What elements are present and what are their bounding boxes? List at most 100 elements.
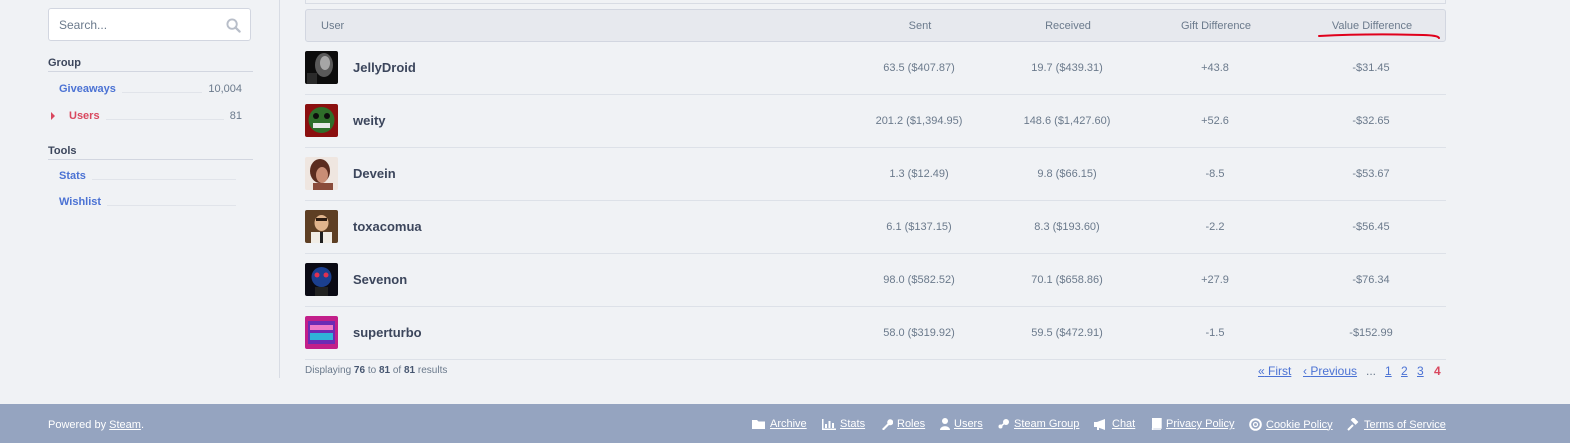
username-link[interactable]: Devein [353, 166, 396, 181]
table-row: Sevenon 98.0 ($582.52) 70.1 ($658.86) +2… [305, 254, 1446, 307]
sidebar-item-divider [121, 92, 203, 93]
search-icon[interactable] [226, 18, 241, 33]
sent-value: 1.3 ($12.49) [889, 168, 949, 180]
footer-link-terms-of-service[interactable]: Terms of Service [1347, 418, 1446, 431]
received-value: 59.5 ($472.91) [1031, 327, 1103, 339]
username-link[interactable]: toxacomua [353, 219, 422, 234]
sidebar-divider [279, 0, 280, 378]
chevron-left-icon: ‹ [1303, 364, 1307, 378]
sidebar-item-users[interactable]: Users 81 [51, 108, 242, 124]
avatar[interactable] [305, 157, 338, 190]
pagination-previous-label: Previous [1310, 364, 1358, 378]
sidebar-item-count: 81 [229, 110, 242, 122]
username-link[interactable]: weity [353, 113, 386, 128]
received-value: 8.3 ($193.60) [1034, 221, 1100, 233]
username-link[interactable]: superturbo [353, 325, 422, 340]
received-value: 70.1 ($658.86) [1031, 274, 1103, 286]
gift-difference-value: +27.9 [1201, 274, 1229, 286]
table-row: superturbo 58.0 ($319.92) 59.5 ($472.91)… [305, 307, 1446, 360]
results-total: 81 [403, 365, 416, 376]
sidebar-item-label: Stats [59, 170, 86, 182]
sent-value: 58.0 ($319.92) [883, 327, 955, 339]
sidebar-item-label: Users [69, 110, 100, 122]
pagination-previous[interactable]: ‹ Previous [1303, 364, 1357, 378]
footer-link-roles[interactable]: Roles [881, 418, 925, 430]
column-header-received: Received [1045, 20, 1091, 32]
steam-link[interactable]: Steam [109, 419, 141, 431]
gift-difference-value: +52.6 [1201, 115, 1229, 127]
avatar[interactable] [305, 316, 338, 349]
table-row: weity 201.2 ($1,394.95) 148.6 ($1,427.60… [305, 95, 1446, 148]
pagination-ellipsis: ... [1366, 364, 1377, 378]
footer-link-stats[interactable]: Stats [822, 418, 865, 430]
footer-link-privacy-policy[interactable]: Privacy Policy [1151, 418, 1234, 430]
search-box[interactable] [48, 8, 251, 41]
footer-link-cookie-policy[interactable]: Cookie Policy [1249, 418, 1333, 431]
footer-link-chat[interactable]: Chat [1094, 418, 1135, 430]
pagination-page-3[interactable]: 3 [1417, 364, 1424, 378]
megaphone-icon [1094, 418, 1105, 430]
results-to-word: to [367, 365, 377, 376]
pagination-page-2[interactable]: 2 [1401, 364, 1408, 378]
value-difference-value: -$56.45 [1352, 221, 1390, 233]
column-header-gift-difference: Gift Difference [1180, 20, 1252, 32]
wrench-icon [882, 419, 893, 430]
received-value: 9.8 ($66.15) [1037, 168, 1097, 180]
book-icon [1151, 418, 1162, 430]
gavel-icon [1347, 418, 1359, 431]
sidebar-item-label: Giveaways [59, 83, 116, 95]
footer-link-label: Chat [1112, 418, 1136, 430]
value-difference-value: -$152.99 [1349, 327, 1393, 339]
pagination-page-current: 4 [1434, 364, 1441, 378]
value-difference-value: -$31.45 [1352, 62, 1390, 74]
sidebar-heading-group: Group [48, 57, 253, 72]
results-of-word: of [392, 365, 402, 376]
footer-link-label: Privacy Policy [1166, 418, 1235, 430]
footer-link-label: Users [954, 418, 983, 430]
results-summary: Displaying 76 to 81 of 81 results [305, 365, 447, 376]
footer-link-label: Archive [770, 418, 807, 430]
sent-value: 201.2 ($1,394.95) [875, 115, 963, 127]
pagination-page-1[interactable]: 1 [1385, 364, 1392, 378]
footer-link-label: Roles [897, 418, 926, 430]
received-value: 19.7 ($439.31) [1031, 62, 1103, 74]
sidebar-item-wishlist[interactable]: Wishlist [59, 194, 242, 210]
steam-icon [998, 419, 1009, 429]
search-input[interactable] [49, 9, 239, 40]
sent-value: 63.5 ($407.87) [883, 62, 955, 74]
powered-by-text: Powered by [48, 419, 107, 431]
footer-link-users[interactable]: Users [940, 418, 983, 430]
sidebar-item-giveaways[interactable]: Giveaways 10,004 [59, 81, 242, 97]
avatar[interactable] [305, 51, 338, 84]
powered-by-period: . [140, 419, 145, 431]
avatar[interactable] [305, 104, 338, 137]
table-row: toxacomua 6.1 ($137.15) 8.3 ($193.60) -2… [305, 201, 1446, 254]
column-header-user: User [321, 20, 345, 32]
sent-value: 6.1 ($137.15) [886, 221, 952, 233]
username-link[interactable]: Sevenon [353, 272, 407, 287]
sidebar-item-divider [105, 119, 224, 120]
footer-link-steam-group[interactable]: Steam Group [997, 418, 1079, 430]
sidebar-item-divider [107, 205, 236, 206]
table-header: User Sent Received Gift Difference Value… [305, 9, 1446, 42]
footer-link-label: Terms of Service [1364, 418, 1446, 431]
pagination-first[interactable]: « First [1258, 364, 1291, 378]
received-value: 148.6 ($1,427.60) [1023, 115, 1111, 127]
avatar[interactable] [305, 263, 338, 296]
column-header-sent: Sent [908, 20, 932, 32]
value-difference-value: -$76.34 [1352, 274, 1390, 286]
folder-icon [752, 419, 765, 429]
footer-powered-by: Powered by Steam. [48, 419, 144, 431]
footer-link-archive[interactable]: Archive [752, 418, 807, 430]
gift-difference-value: +43.8 [1201, 62, 1229, 74]
avatar[interactable] [305, 210, 338, 243]
sidebar-item-divider [91, 179, 236, 180]
sidebar-item-count: 10,004 [208, 83, 242, 95]
value-difference-value: -$32.65 [1352, 115, 1390, 127]
username-link[interactable]: JellyDroid [353, 60, 416, 75]
results-prefix: Displaying [305, 365, 352, 376]
user-icon [940, 418, 950, 430]
sidebar-item-stats[interactable]: Stats [59, 168, 242, 184]
results-to: 81 [378, 365, 391, 376]
footer-link-label: Cookie Policy [1266, 418, 1333, 431]
